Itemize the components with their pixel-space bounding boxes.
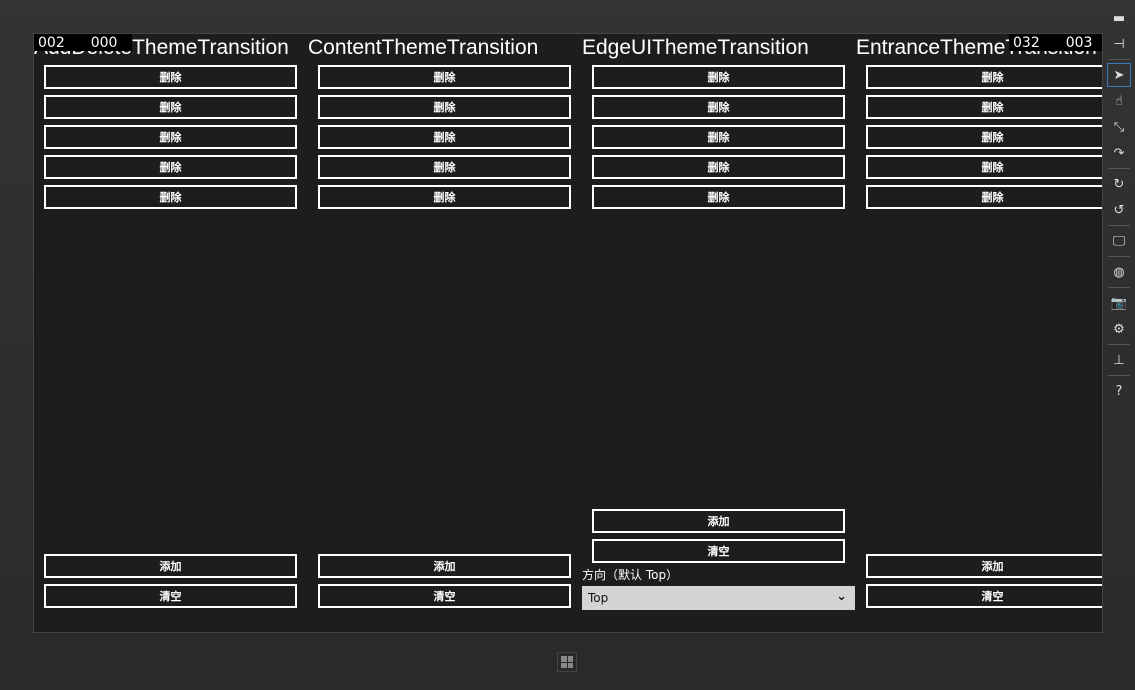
toolbar-divider [1108, 287, 1130, 288]
windows-button[interactable] [557, 652, 577, 672]
rotate-clockwise-icon[interactable]: ↻ [1107, 172, 1131, 196]
column-edgeui: EdgeUIThemeTransition 删除 删除 删除 删除 删除 添加 清空 方向（默认… [582, 34, 856, 632]
add-button[interactable]: 添加 [44, 554, 297, 578]
delete-item-button[interactable]: 删除 [318, 95, 571, 119]
network-icon[interactable]: ⊥ [1107, 348, 1131, 372]
delete-item-button[interactable]: 删除 [866, 95, 1102, 119]
delete-item-button[interactable]: 删除 [592, 155, 845, 179]
rotate-counterclockwise-icon[interactable]: ↺ [1107, 198, 1131, 222]
frame-rate-counter-left: 002 000 [34, 34, 132, 51]
resolution-icon[interactable]: 🖵 [1107, 229, 1131, 253]
help-icon[interactable]: ? [1107, 379, 1131, 403]
rotate-touch-icon[interactable]: ↷ [1107, 141, 1131, 165]
column-adddelete: AddDeleteThemeTransition 删除 删除 删除 删除 删除 添加 清空 [34, 34, 308, 632]
direction-combobox[interactable]: Top ⌄ [582, 586, 855, 610]
toolbar-divider [1108, 256, 1130, 257]
delete-item-button[interactable]: 删除 [592, 95, 845, 119]
clear-button[interactable]: 清空 [44, 584, 297, 608]
screenshot-icon[interactable]: 📷 [1107, 291, 1131, 315]
location-icon[interactable]: ◍ [1107, 260, 1131, 284]
delete-item-button[interactable]: 删除 [592, 125, 845, 149]
delete-item-button[interactable]: 删除 [44, 65, 297, 89]
delete-item-button[interactable]: 删除 [592, 65, 845, 89]
chevron-down-icon: ⌄ [836, 589, 847, 604]
delete-item-button[interactable]: 删除 [44, 95, 297, 119]
delete-item-button[interactable]: 删除 [866, 155, 1102, 179]
delete-item-button[interactable]: 删除 [44, 185, 297, 209]
add-button[interactable]: 添加 [318, 554, 571, 578]
touch-icon[interactable]: ☝ [1107, 89, 1131, 113]
counter-value: 000 [90, 34, 118, 51]
combo-value: Top [588, 591, 609, 605]
delete-item-button[interactable]: 删除 [318, 65, 571, 89]
pin-icon[interactable]: ⊣ [1107, 32, 1131, 56]
minimize-icon[interactable]: ▬ [1107, 6, 1131, 30]
delete-item-button[interactable]: 删除 [318, 185, 571, 209]
toolbar-divider [1108, 225, 1130, 226]
simulator-toolbar: ▬ ⊣ ➤ ☝ ⤡ ↷ ↻ ↺ 🖵 ◍ 📷 ⚙ ⊥? [1104, 4, 1134, 405]
delete-item-button[interactable]: 删除 [866, 65, 1102, 89]
add-button[interactable]: 添加 [592, 509, 845, 533]
settings-icon[interactable]: ⚙ [1107, 317, 1131, 341]
clear-button[interactable]: 清空 [318, 584, 571, 608]
column-content: ContentThemeTransition 删除 删除 删除 删除 删除 添加 清空 [308, 34, 582, 632]
column-title: EdgeUIThemeTransition [582, 36, 809, 59]
delete-item-button[interactable]: 删除 [318, 155, 571, 179]
delete-item-button[interactable]: 删除 [866, 125, 1102, 149]
counter-value: 003 [1065, 34, 1093, 51]
direction-label: 方向（默认 Top） [582, 568, 679, 582]
toolbar-divider [1108, 59, 1130, 60]
delete-item-button[interactable]: 删除 [44, 155, 297, 179]
pinch-zoom-icon[interactable]: ⤡ [1107, 115, 1131, 139]
pointer-icon[interactable]: ➤ [1107, 63, 1131, 87]
frame-rate-counter-right: 032 003 [1009, 34, 1102, 51]
delete-item-button[interactable]: 删除 [866, 185, 1102, 209]
counter-value: 002 [38, 34, 65, 51]
toolbar-divider [1108, 168, 1130, 169]
clear-button[interactable]: 清空 [592, 539, 845, 563]
delete-item-button[interactable]: 删除 [318, 125, 571, 149]
column-entrance: EntranceThemeTransition 删除 删除 删除 删除 删除 添加 清空 [856, 34, 1102, 632]
simulator-screen: AddDeleteThemeTransition 删除 删除 删除 删除 删除 添加 清空 C… [33, 33, 1103, 633]
counter-value: 032 [1013, 34, 1040, 51]
clear-button[interactable]: 清空 [866, 584, 1102, 608]
add-button[interactable]: 添加 [866, 554, 1102, 578]
delete-item-button[interactable]: 删除 [44, 125, 297, 149]
toolbar-divider [1108, 344, 1130, 345]
column-title: ContentThemeTransition [308, 36, 539, 59]
delete-item-button[interactable]: 删除 [592, 185, 845, 209]
toolbar-divider [1108, 375, 1130, 376]
